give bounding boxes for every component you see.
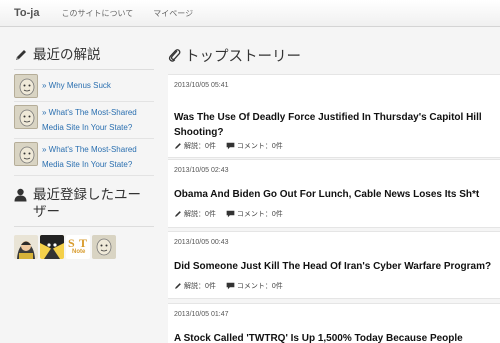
speech-bubble-icon — [226, 282, 235, 290]
story-card: 2013/10/05 00:43 Did Someone Just Kill T… — [168, 231, 500, 299]
user-avatar-st-note[interactable]: S T Note — [66, 235, 90, 259]
story-card: 2013/10/05 02:43 Obama And Biden Go Out … — [168, 159, 500, 228]
story-title-link[interactable]: A Stock Called 'TWTRQ' Is Up 1,500% Toda… — [174, 331, 494, 343]
story-date: 2013/10/05 05:41 — [174, 82, 229, 89]
speech-bubble-icon — [226, 210, 235, 218]
user-avatar[interactable] — [14, 235, 38, 259]
pencil-icon — [175, 143, 181, 149]
recent-comments-title: 最近の解説 — [33, 47, 101, 62]
top-navbar: To-ja このサイトについて マイページ — [0, 0, 500, 27]
story-comments-label: 解説：0件 — [184, 143, 216, 150]
story-card: 2013/10/05 05:41 Was The Use Of Deadly F… — [168, 74, 500, 158]
avatar-badge-text: Note — [72, 249, 86, 255]
story-discussion-label: コメント：0件 — [236, 143, 283, 150]
top-stories-heading: トップストーリー — [168, 46, 500, 65]
recent-users-title: 最近登録したユーザー — [33, 187, 141, 219]
story-title-link[interactable]: Did Someone Just Kill The Head Of Iran's… — [174, 259, 494, 274]
story-discussion-label: コメント：0件 — [236, 283, 283, 290]
top-stories-title: トップストーリー — [185, 48, 301, 65]
story-comments-label: 解説：0件 — [184, 211, 216, 218]
divider — [14, 69, 154, 70]
recent-comment-item: » Why Menus Suck — [14, 71, 154, 102]
story-comments-label: 解説：0件 — [184, 283, 216, 290]
story-title-link[interactable]: Was The Use Of Deadly Force Justified In… — [174, 110, 494, 140]
nav-link-mypage[interactable]: マイページ — [143, 8, 203, 19]
story-meta: 解説：0件 コメント：0件 — [174, 281, 293, 291]
recent-comment-link[interactable]: » What's The Most-Shared Media Site In Y… — [42, 142, 154, 172]
recent-users-heading: 最近登録したユーザー — [14, 186, 154, 220]
sidebar: 最近の解説 » Why Menus Suck » What's The Most… — [14, 46, 154, 259]
story-comments-count[interactable]: 解説：0件 — [174, 281, 216, 291]
story-discussion-count[interactable]: コメント：0件 — [226, 141, 283, 151]
main-content: トップストーリー — [168, 46, 500, 65]
user-avatar[interactable] — [40, 235, 64, 259]
story-meta: 解説：0件 コメント：0件 — [174, 141, 293, 151]
story-discussion-count[interactable]: コメント：0件 — [226, 281, 283, 291]
story-comments-count[interactable]: 解説：0件 — [174, 141, 216, 151]
avatar — [14, 74, 38, 98]
story-discussion-count[interactable]: コメント：0件 — [226, 209, 283, 219]
paperclip-icon — [168, 48, 181, 62]
user-avatar[interactable] — [92, 235, 116, 259]
story-meta: 解説：0件 コメント：0件 — [174, 209, 293, 219]
recent-comment-link[interactable]: » What's The Most-Shared Media Site In Y… — [42, 105, 154, 135]
story-discussion-label: コメント：0件 — [236, 211, 283, 218]
pencil-icon — [175, 211, 181, 217]
story-comments-count[interactable]: 解説：0件 — [174, 209, 216, 219]
story-date: 2013/10/05 01:47 — [174, 311, 229, 318]
nav-link-about[interactable]: このサイトについて — [51, 8, 143, 19]
recent-comment-link[interactable]: » Why Menus Suck — [42, 74, 111, 93]
divider — [14, 226, 154, 227]
story-card: 2013/10/05 01:47 A Stock Called 'TWTRQ' … — [168, 303, 500, 343]
story-title-link[interactable]: Obama And Biden Go Out For Lunch, Cable … — [174, 187, 494, 202]
avatar — [14, 142, 38, 166]
recent-comment-item: » What's The Most-Shared Media Site In Y… — [14, 102, 154, 139]
site-brand[interactable]: To-ja — [0, 7, 51, 19]
pencil-icon — [175, 283, 181, 289]
speech-bubble-icon — [226, 142, 235, 150]
recent-comments-heading: 最近の解説 — [14, 46, 154, 63]
user-icon — [14, 186, 30, 203]
story-date: 2013/10/05 02:43 — [174, 167, 229, 174]
recent-users-list: S T Note — [14, 235, 154, 259]
story-date: 2013/10/05 00:43 — [174, 239, 229, 246]
pencil-icon — [14, 46, 30, 63]
recent-comment-item: » What's The Most-Shared Media Site In Y… — [14, 139, 154, 176]
avatar — [14, 105, 38, 129]
